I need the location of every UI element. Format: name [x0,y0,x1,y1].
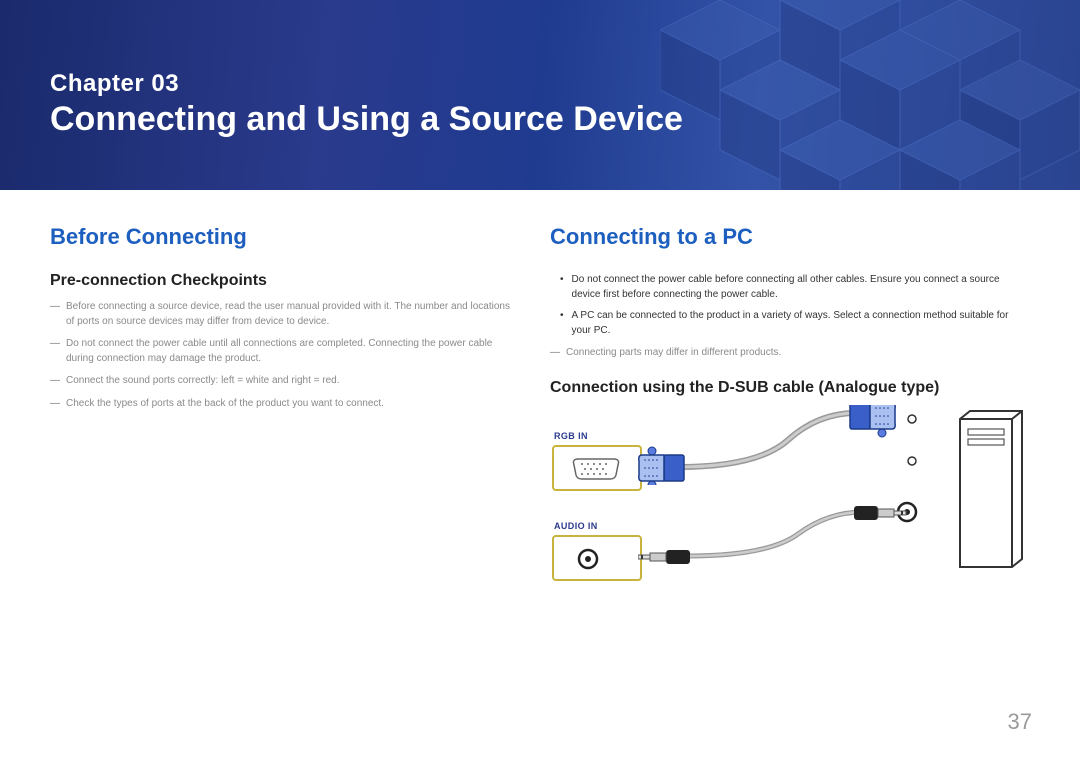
bullet-icon: • [550,308,564,338]
rgb-in-label: RGB IN [554,431,588,441]
checkpoint-item: ― Do not connect the power cable until a… [50,337,520,366]
chapter-header: Chapter 03 Connecting and Using a Source… [0,0,1080,190]
checkpoint-text: Check the types of ports at the back of … [66,397,384,412]
manual-page: Chapter 03 Connecting and Using a Source… [0,0,1080,763]
note-text: Connecting parts may differ in different… [566,346,781,361]
dash-icon: ― [50,397,60,412]
bullet-item: • Do not connect the power cable before … [550,272,1030,302]
left-column: Before Connecting Pre-connection Checkpo… [50,224,520,629]
page-number: 37 [1008,709,1032,735]
subheading-dsub: Connection using the D-SUB cable (Analog… [550,379,1030,397]
right-column: Connecting to a PC • Do not connect the … [550,224,1030,629]
vga-cable-icon [638,405,908,485]
checkpoint-text: Do not connect the power cable until all… [66,337,520,366]
checkpoint-item: ― Before connecting a source device, rea… [50,300,520,329]
bullet-item: • A PC can be connected to the product i… [550,308,1030,338]
dash-icon: ― [550,346,560,361]
note-item: ― Connecting parts may differ in differe… [550,346,1030,361]
rgb-in-port-box [552,445,642,491]
subheading-checkpoints: Pre-connection Checkpoints [50,272,520,290]
pc-tower-icon [950,409,1026,589]
connection-diagram: RGB IN AUDIO IN [550,409,1030,629]
section-heading-before-connecting: Before Connecting [50,224,520,250]
audio-in-label: AUDIO IN [554,521,598,531]
section-heading-connecting-pc: Connecting to a PC [550,224,1030,250]
chapter-number-label: Chapter 03 [50,70,683,98]
bullet-text: Do not connect the power cable before co… [572,272,1030,302]
dash-icon: ― [50,374,60,389]
bullet-icon: • [550,272,564,302]
checkpoint-item: ― Check the types of ports at the back o… [50,397,520,412]
chapter-title: Connecting and Using a Source Device [50,100,683,139]
audio-in-port-box [552,535,642,581]
bullet-text: A PC can be connected to the product in … [572,308,1030,338]
checkpoint-text: Connect the sound ports correctly: left … [66,374,339,389]
audio-cable-icon [638,504,908,564]
checkpoint-text: Before connecting a source device, read … [66,300,520,329]
dash-icon: ― [50,300,60,329]
rgb-port-icon [554,447,642,491]
checkpoint-item: ― Connect the sound ports correctly: lef… [50,374,520,389]
audio-port-icon [554,537,642,581]
dash-icon: ― [50,337,60,366]
cube-pattern-decoration [660,0,1080,190]
